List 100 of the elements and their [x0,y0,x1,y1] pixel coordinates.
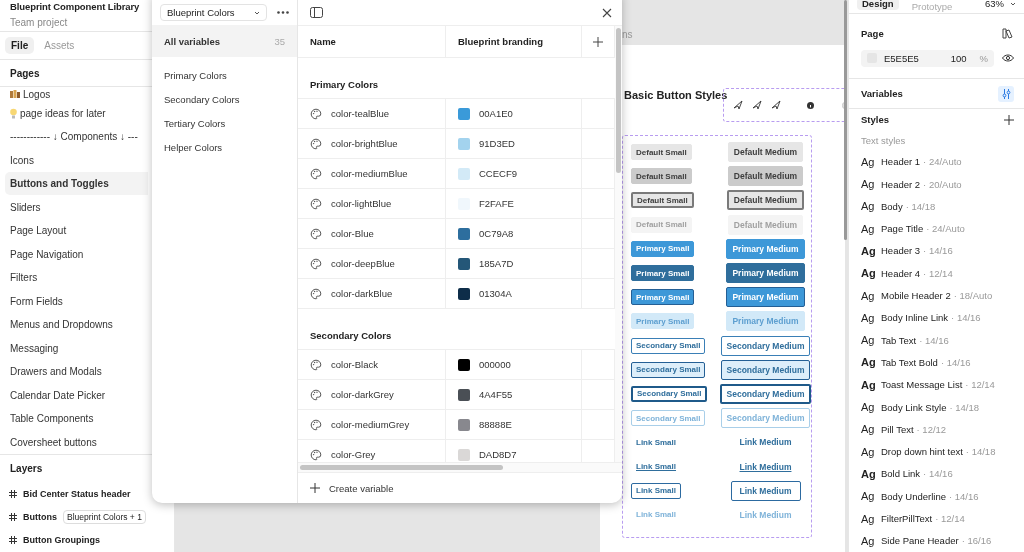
page-item[interactable]: ------------ ↓ Components ↓ --- [5,124,148,149]
lightbulb-icon [10,107,17,119]
add-mode-icon[interactable] [593,36,603,47]
page-item[interactable]: Sliders [5,195,148,219]
scrollbar[interactable] [844,0,847,240]
sidebar-toggle-icon[interactable] [310,7,323,18]
collection-item[interactable]: Tertiary Colors [152,111,297,135]
text-style-item[interactable]: Ag Header 1 · 24/Auto [849,150,1024,173]
page-item[interactable]: Drawers and Modals [5,359,148,384]
collection-item[interactable]: Primary Colors [152,63,297,87]
button-sample: Default Medium [726,190,805,211]
variable-name: color-mediumGrey [331,419,410,430]
page-item[interactable]: Filters [5,265,148,290]
text-style-sample: Ag [861,334,873,347]
hex-value: 00A1E0 [479,108,513,119]
collection-item[interactable]: Helper Colors [152,135,297,159]
page-item[interactable]: Table Components [5,406,148,431]
style-spec: · 20/Auto [923,178,962,190]
text-style-item[interactable]: Ag Body Inline Link · 14/16 [849,306,1024,330]
text-style-sample: Ag [861,289,873,302]
text-style-item[interactable]: Ag Body · 14/18 [849,195,1024,218]
variable-name: color-Blue [331,228,374,239]
variable-name: color-Black [331,359,378,370]
library-icon[interactable] [1002,28,1014,40]
variable-name: color-Grey [331,449,376,460]
collection-item[interactable]: Secondary Colors [152,87,297,111]
text-style-sample: Ag [861,178,873,191]
layer-item[interactable]: Buttons Blueprint Colors + 1 [0,505,148,529]
panel-tab[interactable]: Design [857,0,899,10]
section-heading: Variables [861,88,903,100]
palette-icon [310,227,322,240]
collection-item[interactable]: All variables 35 [152,25,297,57]
page-item[interactable]: Calendar Date Picker [5,383,148,407]
button-sample: Default Medium [727,142,804,163]
scrollbar[interactable] [616,28,621,173]
zoom-menu[interactable]: 63% [985,0,1016,9]
style-spec: · 14/18 [905,200,936,212]
opacity-value: 100 [950,52,967,64]
scrollbar[interactable] [300,465,503,470]
page-item[interactable]: Form Fields [5,289,148,313]
text-style-item[interactable]: Ag Header 4 · 12/14 [849,262,1024,285]
text-style-item[interactable]: Ag Tab Text Bold · 14/16 [849,351,1024,374]
plus-icon [310,483,320,493]
frame-icon [9,536,17,545]
page-item[interactable]: Coversheet buttons [5,430,148,454]
text-style-sample: Ag [861,401,873,414]
text-style-sample: Ag [861,445,873,458]
button-sample: Default Medium [727,166,804,187]
collection-dropdown[interactable]: Blueprint Colors [160,4,267,21]
link-sample: Link Medium [738,508,793,522]
text-style-item[interactable]: Ag FilterPillText · 12/14 [849,507,1024,530]
page-item[interactable]: Page Layout [5,218,148,243]
create-variable-button[interactable]: Create variable [310,482,394,494]
section-heading: Layers [10,463,43,475]
page-item[interactable]: Menus and Dropdowns [5,312,148,337]
text-style-item[interactable]: Ag Toast Message List · 12/14 [849,373,1024,396]
style-name: Header 4 [881,267,921,279]
button-sample: Default Small [631,192,694,209]
page-item[interactable]: Messaging [5,336,148,360]
variable-name: color-tealBlue [331,108,390,119]
layer-item[interactable]: Bid Center Status header [0,482,148,506]
text-style-item[interactable]: Ag Body Link Style · 14/18 [849,395,1024,419]
section-heading: Page [861,28,884,40]
close-icon[interactable] [602,7,612,18]
page-item[interactable]: page ideas for later [5,101,148,125]
page-color-field[interactable]: E5E5E5 100 % [861,49,994,67]
text-style-item[interactable]: Ag Header 3 · 14/16 [849,239,1024,263]
link-sample: Link Small [635,509,677,522]
style-name: Mobile Header 2 [881,290,951,302]
more-icon[interactable] [277,11,289,14]
text-style-item[interactable]: Ag Mobile Header 2 · 18/Auto [849,284,1024,307]
text-style-item[interactable]: Ag Tab Text · 14/16 [849,329,1024,352]
button-sample: Secondary Small [631,361,706,378]
page-item[interactable]: Page Navigation [5,242,148,266]
page-item[interactable]: Icons [5,148,148,172]
page-item[interactable]: Buttons and Toggles [5,171,148,196]
text-style-item[interactable]: Ag Bold Link · 14/16 [849,462,1024,486]
text-style-item[interactable]: Ag Header 2 · 20/Auto [849,172,1024,196]
palette-icon [310,167,322,180]
hex-value: 4A4F55 [479,389,513,400]
style-name: Body Link Style [881,401,947,413]
hex-value: 88888E [479,419,512,430]
panel-tab[interactable]: File [5,37,35,55]
link-sample: Link Medium [738,436,793,450]
text-style-item[interactable]: Ag Body Underline · 14/16 [849,485,1024,508]
layer-item[interactable]: Button Groupings [0,528,148,552]
page-item[interactable]: Logos [5,87,148,102]
variables-button[interactable] [998,85,1014,102]
variable-name: color-mediumBlue [331,168,408,179]
text-style-item[interactable]: Ag Drop down hint text · 14/18 [849,440,1024,463]
button-sample: Secondary Small [631,410,706,427]
text-style-item[interactable]: Ag Side Pane Header · 16/16 [849,529,1024,552]
eye-icon[interactable] [1002,54,1014,63]
style-spec: · 16/16 [961,535,992,547]
text-style-sample: Ag [861,512,873,525]
plus-icon[interactable] [1004,115,1014,125]
hex-value: DAD8D7 [479,449,517,460]
text-style-item[interactable]: Ag Page Title · 24/Auto [849,217,1024,240]
style-spec: · 14/16 [948,490,979,502]
text-style-item[interactable]: Ag Pill Text · 12/12 [849,418,1024,441]
